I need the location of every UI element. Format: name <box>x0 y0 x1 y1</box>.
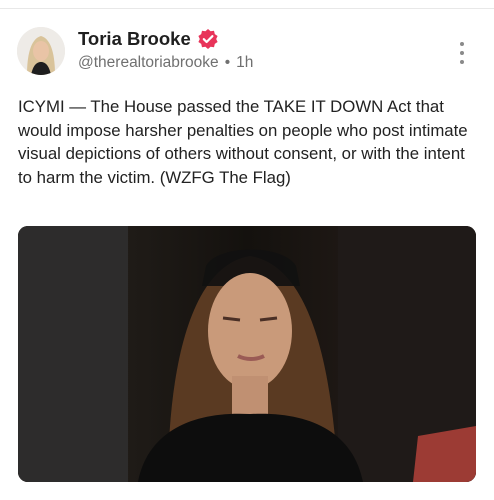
post-image[interactable] <box>18 226 476 482</box>
author-display-name[interactable]: Toria Brooke <box>78 28 191 50</box>
author-handle[interactable]: @therealtoriabrooke <box>78 54 219 72</box>
avatar-image <box>17 27 65 75</box>
verified-badge-icon <box>197 28 219 50</box>
author-name-row: Toria Brooke <box>78 28 219 50</box>
post-photo <box>18 226 476 482</box>
post-timestamp[interactable]: 1h <box>236 54 253 72</box>
meta-separator: • <box>224 54 231 71</box>
avatar[interactable] <box>17 27 65 75</box>
post-body-text: ICYMI — The House passed the TAKE IT DOW… <box>18 97 468 187</box>
author-meta-row: @therealtoriabrooke • 1h <box>78 54 253 72</box>
top-divider <box>0 8 494 9</box>
vertical-ellipsis-icon[interactable] <box>452 40 472 66</box>
